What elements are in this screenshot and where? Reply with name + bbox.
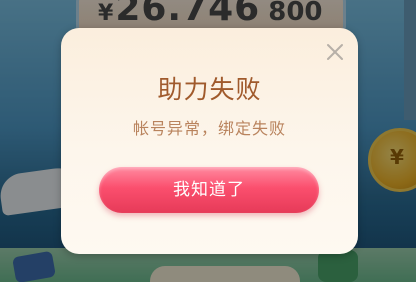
- acknowledge-button-label: 我知道了: [173, 180, 245, 200]
- close-button[interactable]: [323, 40, 347, 64]
- dialog-title: 助力失败: [157, 75, 262, 104]
- close-icon: [327, 44, 343, 60]
- acknowledge-button[interactable]: 我知道了: [99, 167, 319, 213]
- screen: ¥ 26.746 800 ¥ 助力失败 帐号异常，绑定失败 我知道了: [0, 0, 416, 282]
- dialog-message: 帐号异常，绑定失败: [132, 119, 286, 138]
- failure-dialog: 助力失败 帐号异常，绑定失败 我知道了: [61, 28, 358, 254]
